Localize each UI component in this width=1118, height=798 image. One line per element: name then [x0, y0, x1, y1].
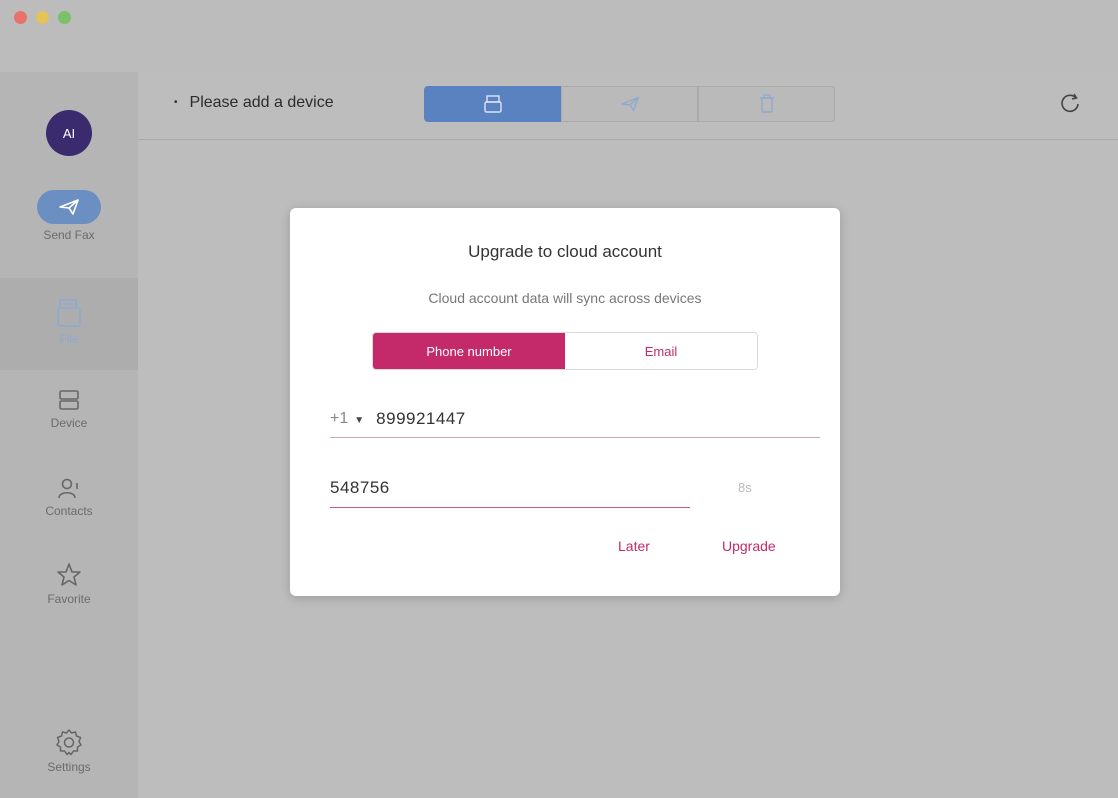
device-label-text: Please add a device	[189, 94, 334, 111]
zoom-window-button[interactable]	[58, 11, 71, 24]
window-titlebar	[0, 0, 1118, 72]
sidebar-item-label: Send Fax	[43, 228, 95, 242]
sidebar-item-contacts[interactable]: Contacts	[0, 476, 138, 518]
paper-plane-icon	[59, 199, 79, 215]
upgrade-button[interactable]: Upgrade	[722, 538, 776, 554]
close-window-button[interactable]	[14, 11, 27, 24]
trash-icon	[759, 94, 774, 113]
chevron-down-icon: ▼	[354, 415, 365, 426]
sidebar-item-file[interactable]: File	[0, 298, 138, 346]
dialog-title: Upgrade to cloud account	[468, 242, 662, 261]
top-toolbar: • Please add a device	[138, 72, 1118, 140]
resend-countdown: 8s	[738, 480, 752, 495]
sidebar-item-favorite[interactable]: Favorite	[0, 562, 138, 606]
later-button[interactable]: Later	[618, 538, 650, 554]
device-selector[interactable]: • Please add a device	[174, 94, 334, 112]
fax-icon	[483, 95, 502, 113]
minimize-window-button[interactable]	[36, 11, 49, 24]
sidebar-item-label: Favorite	[47, 592, 91, 606]
star-icon	[57, 563, 81, 586]
verification-code-field[interactable]: 548756	[330, 468, 690, 508]
sidebar-item-label: Device	[50, 416, 88, 430]
sidebar-item-label: Contacts	[45, 504, 93, 518]
tab-email[interactable]: Email	[565, 333, 757, 369]
tab-fax[interactable]	[424, 86, 561, 122]
tab-send[interactable]	[561, 86, 698, 122]
refresh-icon	[1061, 93, 1079, 113]
fax-file-icon	[57, 299, 81, 327]
phone-input[interactable]: 899921447	[376, 409, 466, 429]
phone-field[interactable]: +1 ▼ 899921447	[330, 400, 820, 438]
sidebar: AI Send Fax File Device Contacts Favorit…	[0, 72, 138, 798]
sidebar-item-device[interactable]: Device	[0, 388, 138, 430]
upgrade-dialog: Upgrade to cloud account Cloud account d…	[290, 208, 840, 596]
device-icon	[59, 390, 79, 410]
contacts-icon	[58, 478, 78, 499]
sidebar-item-settings[interactable]: Settings	[0, 728, 138, 774]
dropdown-dot-icon: •	[174, 97, 178, 108]
country-code-select[interactable]: +1	[330, 410, 348, 428]
send-fax-pill	[37, 190, 101, 224]
tab-trash[interactable]	[698, 86, 835, 122]
sidebar-item-label: File	[59, 332, 79, 346]
avatar[interactable]: AI	[46, 110, 92, 156]
paper-plane-icon	[620, 96, 639, 112]
sidebar-item-label: Settings	[47, 760, 91, 774]
gear-icon	[56, 729, 82, 756]
account-type-toggle: Phone number Email	[372, 332, 758, 370]
view-segmented-control	[424, 86, 835, 122]
sidebar-item-send-fax[interactable]: Send Fax	[0, 190, 138, 242]
verification-code-input[interactable]: 548756	[330, 478, 390, 498]
dialog-subtitle: Cloud account data will sync across devi…	[428, 290, 702, 306]
refresh-button[interactable]	[1058, 92, 1082, 121]
tab-phone-number[interactable]: Phone number	[373, 333, 565, 369]
